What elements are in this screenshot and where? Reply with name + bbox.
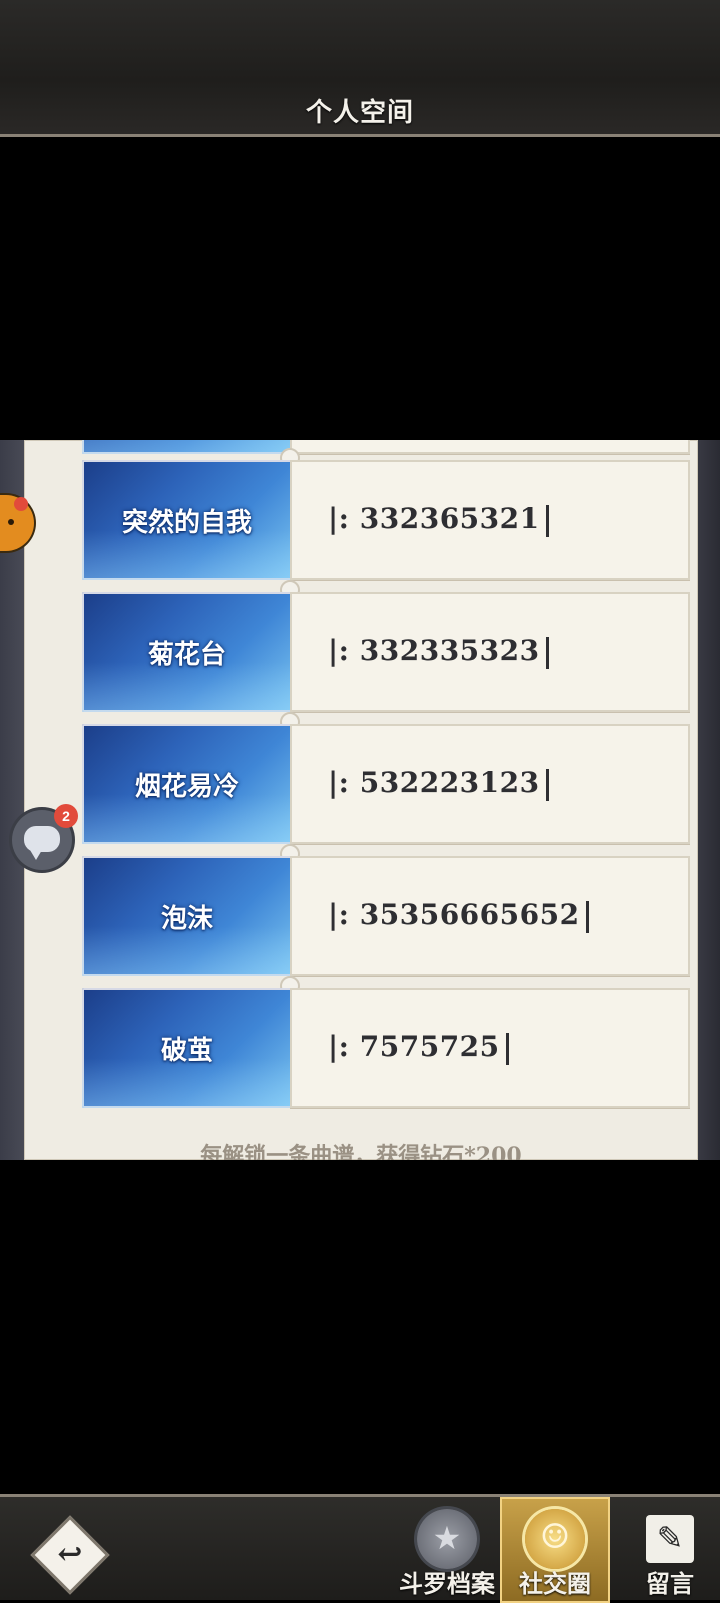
- bottom-nav: ↩ 斗罗档案 社交圈 留言: [0, 1494, 720, 1603]
- entry-name-box: 泡沫: [82, 856, 292, 976]
- score-list-panel[interactable]: 突然的自我 |: 332365321 菊花台 |: 332335323 烟花易冷…: [0, 440, 720, 1160]
- entry-value: |: 532223123: [328, 766, 540, 799]
- entry-name: 破茧: [160, 1036, 213, 1066]
- entry-value: |: 332335323: [328, 634, 540, 667]
- list-item[interactable]: 泡沫 |: 35356665652: [54, 844, 690, 976]
- panel-background: 突然的自我 |: 332365321 菊花台 |: 332335323 烟花易冷…: [24, 440, 698, 1160]
- tab-label: 斗罗档案: [399, 1569, 495, 1598]
- top-header: 个人空间: [0, 0, 720, 137]
- text-cursor: [505, 1032, 509, 1065]
- entry-value-box: |: 332365321: [290, 460, 690, 580]
- reward-note: 每解锁一条曲谱，获得钻石*200: [200, 1143, 522, 1160]
- entry-name-box: 突然的自我: [82, 460, 292, 580]
- tab-douluo-archive[interactable]: 斗罗档案: [392, 1497, 502, 1603]
- tab-label: 社交圈: [519, 1569, 591, 1598]
- text-cursor: [585, 900, 589, 933]
- people-emblem-icon: [525, 1509, 585, 1569]
- entry-name-box: [82, 440, 292, 454]
- entry-name-box: 破茧: [82, 988, 292, 1108]
- tab-social-circle[interactable]: 社交圈: [500, 1497, 610, 1603]
- list-item[interactable]: 破茧 |: 7575725: [54, 976, 690, 1108]
- entry-value-box: |: 332335323: [290, 592, 690, 712]
- unread-badge: 2: [54, 804, 78, 828]
- entry-value-box: |: 35356665652: [290, 856, 690, 976]
- list-item[interactable]: 菊花台 |: 332335323: [54, 580, 690, 712]
- entry-value: |: 7575725: [328, 1030, 500, 1063]
- entry-value-box: |: 7575725: [290, 988, 690, 1108]
- entry-name: 烟花易冷: [134, 772, 239, 802]
- text-cursor: [545, 636, 549, 669]
- notification-dot: [14, 497, 28, 511]
- tab-label: 留言: [646, 1569, 694, 1598]
- list-item-partial: [54, 440, 690, 454]
- list-item[interactable]: 烟花易冷 |: 532223123: [54, 712, 690, 844]
- tab-message[interactable]: 留言: [630, 1497, 710, 1603]
- chat-button[interactable]: 2: [12, 804, 78, 870]
- entry-name-box: 烟花易冷: [82, 724, 292, 844]
- text-cursor: [545, 504, 549, 537]
- chat-bubble-icon: [24, 826, 60, 860]
- entry-value: |: 35356665652: [328, 898, 580, 931]
- edit-note-icon: [646, 1515, 694, 1563]
- entry-name-box: 菊花台: [82, 592, 292, 712]
- page-title: 个人空间: [305, 98, 414, 128]
- entry-value-box: |: 532223123: [290, 724, 690, 844]
- back-button[interactable]: ↩: [30, 1515, 110, 1595]
- list-item[interactable]: 突然的自我 |: 332365321: [54, 448, 690, 580]
- entry-value: |: 332365321: [328, 502, 540, 535]
- entry-name: 突然的自我: [121, 508, 252, 538]
- entry-value-box: [290, 440, 690, 454]
- entry-name: 菊花台: [147, 640, 226, 670]
- return-arrow-icon: ↩: [57, 1537, 83, 1572]
- entry-name: 泡沫: [160, 904, 213, 934]
- star-emblem-icon: [417, 1509, 477, 1569]
- text-cursor: [545, 768, 549, 801]
